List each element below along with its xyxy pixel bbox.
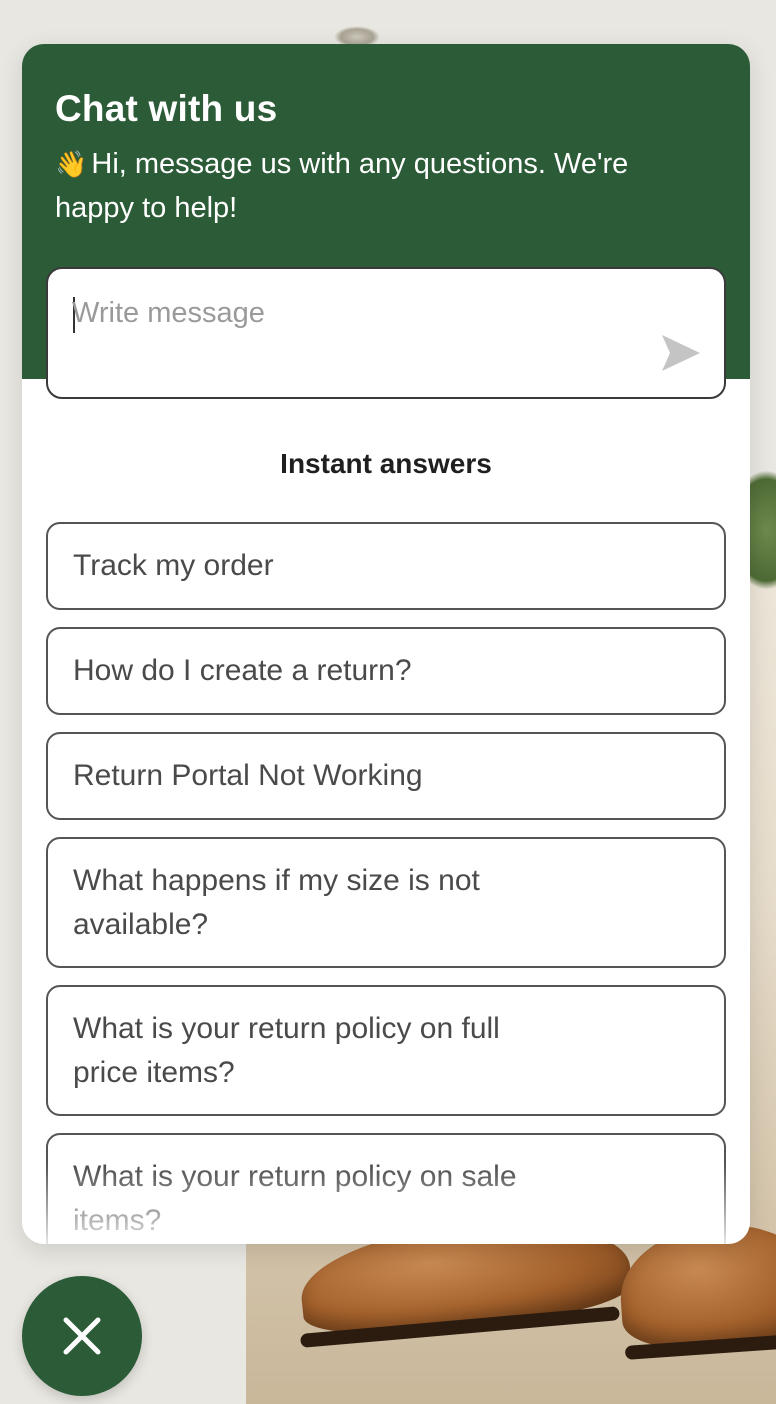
chat-title: Chat with us: [55, 88, 278, 129]
instant-answer-full-price-returns[interactable]: What is your return policy on full price…: [46, 985, 726, 1116]
instant-answer-label: Track my order: [73, 549, 274, 582]
message-composer: [46, 267, 726, 399]
instant-answer-sale-returns[interactable]: What is your return policy on sale items…: [46, 1133, 726, 1244]
chat-subtitle: 👋 Hi, message us with any questions. We'r…: [55, 142, 715, 230]
instant-answer-label: Return Portal Not Working: [73, 759, 423, 792]
chat-widget-screen: Chat with us 👋 Hi, message us with any qu…: [0, 0, 776, 1404]
send-icon: [662, 335, 700, 371]
instant-answer-label: What happens if my size is not available…: [73, 864, 480, 941]
message-input[interactable]: [72, 291, 632, 335]
instant-answer-track-order[interactable]: Track my order: [46, 522, 726, 610]
send-button[interactable]: [660, 333, 702, 373]
instant-answer-label: What is your return policy on sale items…: [73, 1160, 517, 1237]
close-icon: [63, 1317, 101, 1355]
instant-answer-return-portal[interactable]: Return Portal Not Working: [46, 732, 726, 820]
instant-answers-list: Track my order How do I create a return?…: [46, 522, 726, 1244]
instant-answers-title: Instant answers: [280, 448, 492, 479]
chat-panel: Chat with us 👋 Hi, message us with any qu…: [22, 44, 750, 1244]
instant-answer-size-unavailable[interactable]: What happens if my size is not available…: [46, 837, 726, 968]
instant-answer-create-return[interactable]: How do I create a return?: [46, 627, 726, 715]
close-chat-button[interactable]: [22, 1276, 142, 1396]
instant-answer-label: What is your return policy on full price…: [73, 1012, 500, 1089]
chat-subtitle-text: Hi, message us with any questions. We're…: [55, 148, 629, 224]
waving-hand-icon: 👋: [55, 149, 88, 179]
instant-answer-label: How do I create a return?: [73, 654, 412, 687]
